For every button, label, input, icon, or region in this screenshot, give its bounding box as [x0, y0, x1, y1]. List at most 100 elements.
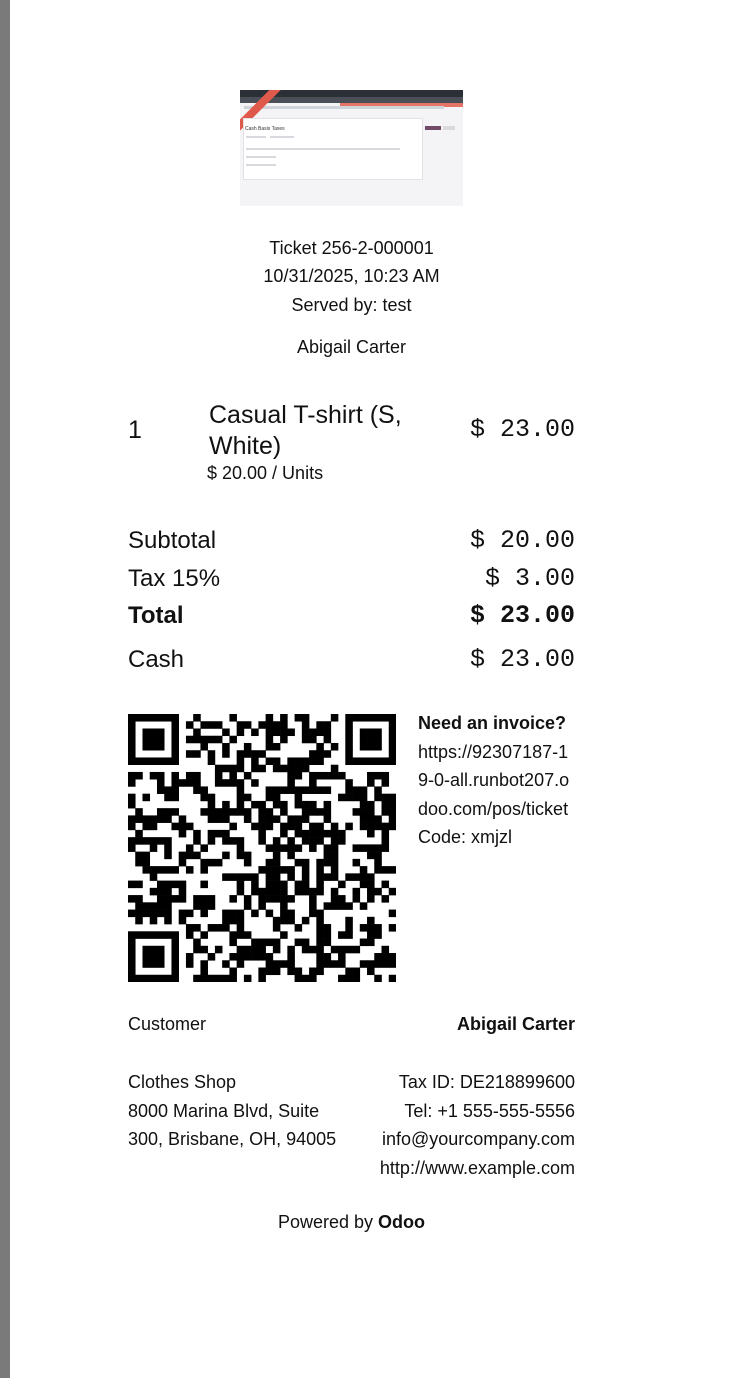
qr-module: [149, 735, 158, 744]
qr-module: [214, 779, 223, 787]
qr-module: [149, 742, 158, 751]
ticket-datetime: 10/31/2025, 10:23 AM: [263, 266, 440, 286]
qr-module: [149, 974, 158, 982]
qr-module: [294, 844, 303, 852]
qr-module: [207, 829, 216, 838]
qr-module: [272, 858, 281, 867]
qr-module: [265, 953, 274, 961]
customer-label: Customer: [128, 1014, 207, 1034]
qr-module: [309, 945, 317, 954]
qr-module: [352, 895, 361, 903]
qr-module: [207, 902, 216, 910]
qr-module: [251, 887, 259, 896]
qr-module: [229, 764, 237, 773]
qr-module: [222, 960, 230, 968]
qr-module: [280, 735, 288, 744]
qr-module: [251, 945, 259, 954]
qr-module: [128, 757, 136, 765]
qr-module: [345, 931, 353, 939]
qr-module: [258, 808, 266, 816]
qr-module: [287, 873, 295, 881]
qr-module: [381, 800, 390, 809]
qr-module: [128, 945, 136, 954]
qr-module: [149, 815, 158, 823]
qr-module: [316, 742, 324, 751]
qr-module: [236, 779, 245, 787]
qr-module: [272, 851, 281, 860]
qr-module: [251, 779, 259, 787]
qr-module: [258, 866, 266, 874]
qr-module: [258, 887, 266, 896]
qr-module: [229, 873, 237, 881]
qr-module: [388, 909, 396, 918]
qr-module: [258, 829, 266, 838]
qr-module: [301, 786, 310, 794]
qr-module: [229, 808, 237, 816]
qr-module: [359, 728, 368, 737]
qr-module: [301, 887, 310, 896]
qr-module: [128, 974, 136, 982]
qr-module: [236, 786, 245, 794]
qr-module: [265, 895, 274, 903]
qr-module: [178, 822, 187, 831]
powered-by-text: Powered by: [277, 1212, 374, 1232]
qr-module: [142, 902, 151, 910]
qr-module: [316, 938, 324, 947]
qr-module: [359, 902, 368, 910]
qr-module: [229, 895, 237, 903]
qr-module: [258, 895, 266, 903]
qr-module: [207, 974, 216, 982]
qr-module: [222, 728, 230, 737]
qr-module: [200, 735, 208, 744]
qr-module: [222, 815, 230, 823]
qr-module: [301, 735, 310, 744]
qr-module: [128, 793, 136, 802]
qr-module: [316, 887, 324, 896]
qr-module: [374, 851, 382, 860]
qr-module: [156, 735, 165, 744]
qr-module: [142, 837, 151, 845]
qr-module: [374, 953, 382, 961]
qr-module: [323, 960, 332, 968]
qr-module: [345, 779, 353, 787]
qr-module: [330, 829, 339, 838]
qr-module: [330, 895, 339, 903]
qr-module: [272, 938, 281, 947]
qr-module: [128, 931, 136, 939]
qr-module: [301, 916, 310, 925]
qr-module: [301, 800, 310, 809]
qr-module: [316, 873, 324, 881]
qr-module: [294, 924, 303, 932]
qr-module: [243, 851, 252, 860]
qr-module: [193, 829, 201, 838]
qr-module: [185, 721, 194, 729]
qr-module: [251, 764, 259, 773]
qr-module: [374, 974, 382, 982]
qr-module: [323, 786, 332, 794]
qr-module: [214, 721, 223, 729]
qr-module: [367, 931, 375, 939]
qr-module: [367, 757, 375, 765]
qr-module: [128, 895, 136, 903]
qr-module: [345, 757, 353, 765]
qr-module: [316, 931, 324, 939]
qr-module: [185, 960, 194, 968]
qr-module: [301, 728, 310, 737]
qr-module: [294, 786, 303, 794]
qr-module: [381, 945, 390, 954]
qr-module: [265, 808, 274, 816]
qr-module: [367, 916, 375, 925]
qr-module: [338, 960, 346, 968]
qr-module: [316, 909, 324, 918]
qr-module: [287, 786, 295, 794]
qr-module: [236, 757, 245, 765]
qr-module: [222, 837, 230, 845]
qr-module: [193, 974, 201, 982]
qr-module: [359, 735, 368, 744]
qr-module: [316, 924, 324, 932]
qr-module: [135, 880, 143, 889]
qr-module: [128, 771, 136, 780]
qr-module: [222, 916, 230, 925]
qr-module: [149, 771, 158, 780]
qr-module: [287, 815, 295, 823]
